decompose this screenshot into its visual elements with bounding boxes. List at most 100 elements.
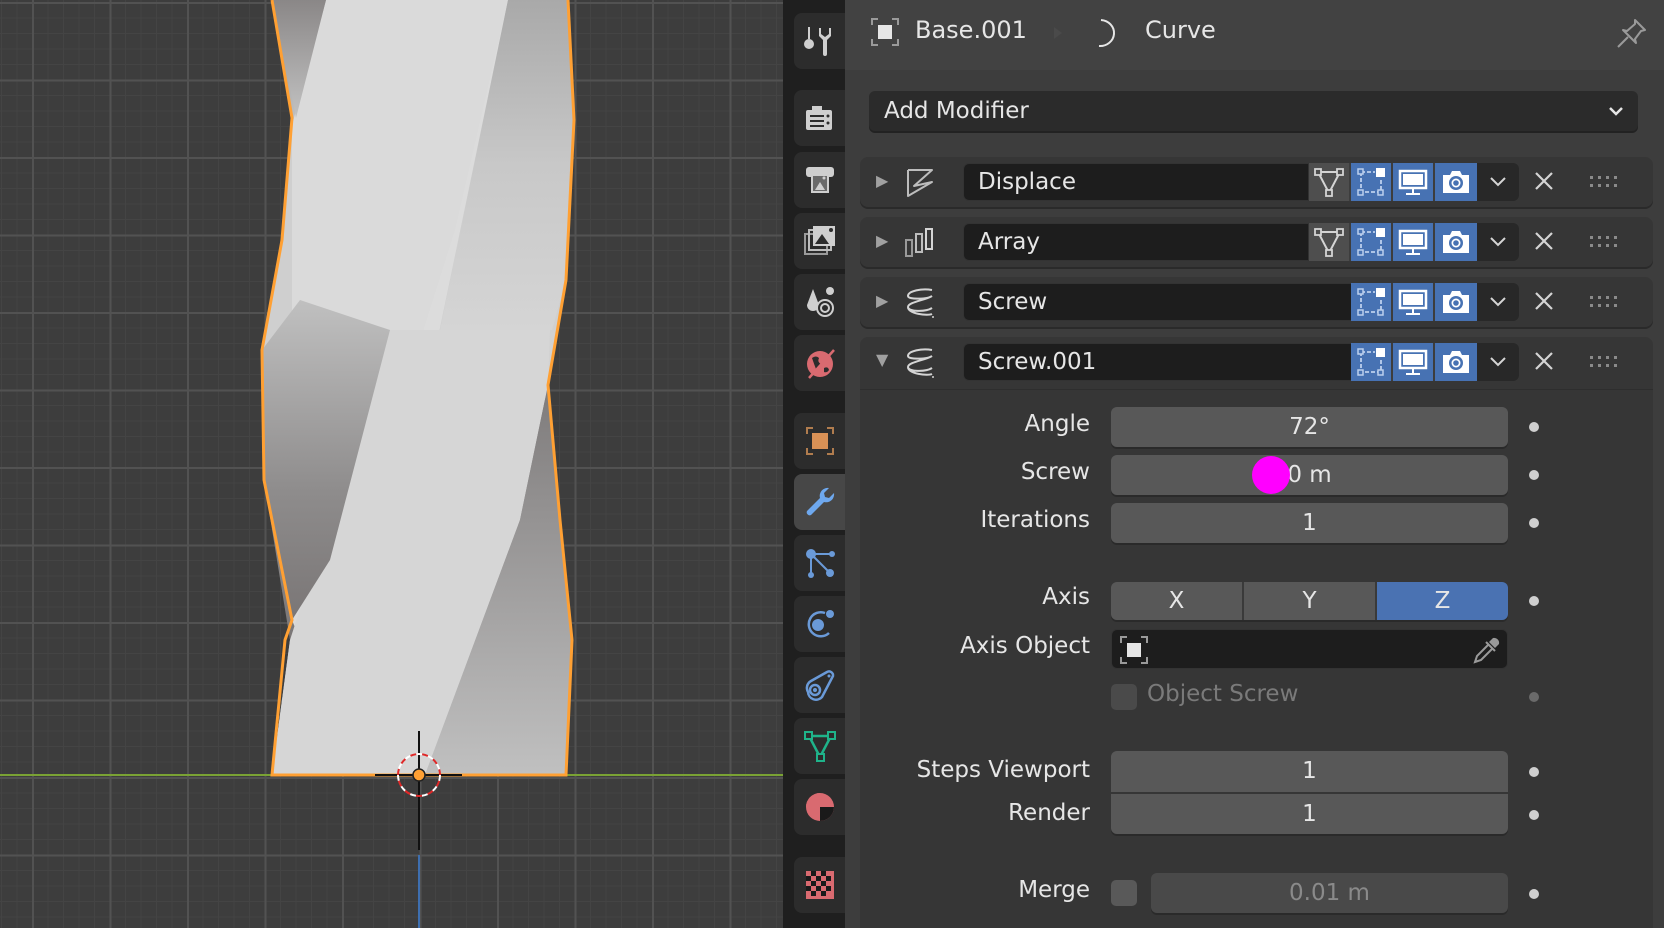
modifier-name-field[interactable]: Array — [963, 223, 1309, 261]
edit-mode-toggle[interactable] — [1309, 163, 1351, 201]
axis-object-field[interactable] — [1111, 629, 1508, 669]
keyframe-dot[interactable] — [1529, 889, 1539, 899]
render-toggle[interactable] — [1435, 343, 1477, 381]
axis-selector: X Y Z — [1111, 582, 1508, 620]
modifier-screw-001: ▼ Screw.001 — [860, 337, 1653, 390]
expand-triangle-icon[interactable]: ▶ — [876, 171, 888, 190]
tab-render[interactable] — [794, 90, 845, 146]
keyframe-dot[interactable] — [1529, 518, 1539, 528]
modifier-menu-dropdown[interactable] — [1477, 283, 1519, 321]
drag-handle-icon[interactable] — [1590, 236, 1618, 248]
realtime-toggle[interactable] — [1393, 223, 1435, 261]
on-cage-toggle[interactable] — [1351, 163, 1393, 201]
close-icon[interactable] — [1532, 289, 1556, 313]
tab-data[interactable] — [794, 718, 845, 774]
tab-output[interactable] — [794, 152, 845, 208]
object-origin — [412, 768, 426, 782]
collapse-triangle-icon[interactable]: ▼ — [876, 350, 888, 369]
modifier-name-field[interactable]: Displace — [963, 163, 1309, 201]
object-screw-checkbox[interactable] — [1111, 684, 1137, 710]
keyframe-dot[interactable] — [1529, 422, 1539, 432]
modifier-screw: ▶ Screw — [860, 277, 1653, 327]
keyframe-dot[interactable] — [1529, 810, 1539, 820]
expand-triangle-icon[interactable]: ▶ — [876, 291, 888, 310]
modifier-array: ▶ Array — [860, 217, 1653, 267]
object-icon — [1120, 636, 1148, 664]
keyframe-dot[interactable] — [1529, 692, 1539, 702]
add-modifier-dropdown[interactable]: Add Modifier — [869, 91, 1638, 131]
drag-handle-icon[interactable] — [1590, 176, 1618, 188]
chevron-down-icon — [1609, 107, 1623, 116]
drag-handle-icon[interactable] — [1590, 356, 1618, 368]
render-icon — [805, 106, 832, 130]
iterations-label: Iterations — [980, 507, 1090, 533]
close-icon[interactable] — [1532, 169, 1556, 193]
realtime-toggle[interactable] — [1393, 163, 1435, 201]
tab-world[interactable] — [794, 335, 845, 391]
axis-z-button[interactable]: Z — [1377, 582, 1508, 620]
wrench-icon — [806, 487, 834, 516]
axis-y-button[interactable]: Y — [1244, 582, 1377, 620]
tool-icon — [803, 27, 831, 56]
breadcrumb-object[interactable]: Base.001 — [915, 16, 1027, 44]
angle-label: Angle — [1024, 411, 1090, 437]
merge-distance-field[interactable]: 0.01 m — [1151, 873, 1508, 913]
tab-scene[interactable] — [794, 274, 845, 330]
expand-triangle-icon[interactable]: ▶ — [876, 231, 888, 250]
modifier-menu-dropdown[interactable] — [1477, 163, 1519, 201]
camera-icon — [1443, 291, 1469, 313]
realtime-toggle[interactable] — [1393, 343, 1435, 381]
drag-handle-icon[interactable] — [1590, 296, 1618, 308]
render-toggle[interactable] — [1435, 163, 1477, 201]
on-cage-toggle[interactable] — [1351, 283, 1393, 321]
iterations-field[interactable]: 1 — [1111, 503, 1508, 543]
on-cage-toggle[interactable] — [1351, 223, 1393, 261]
keyframe-dot[interactable] — [1529, 470, 1539, 480]
close-icon[interactable] — [1532, 229, 1556, 253]
tab-view-layer[interactable] — [794, 213, 845, 269]
tab-material[interactable] — [794, 779, 845, 835]
properties-tabs — [783, 0, 845, 928]
on-cage-toggle[interactable] — [1351, 343, 1393, 381]
eyedropper-icon[interactable] — [1471, 634, 1503, 666]
modifier-menu-dropdown[interactable] — [1477, 343, 1519, 381]
screw-field[interactable]: 0 m — [1111, 455, 1508, 495]
tab-modifiers[interactable] — [794, 474, 845, 530]
tab-physics[interactable] — [794, 596, 845, 652]
modifier-menu-dropdown[interactable] — [1477, 223, 1519, 261]
merge-checkbox[interactable] — [1111, 880, 1137, 906]
chevron-down-icon — [1490, 297, 1506, 307]
edit-mode-toggle[interactable] — [1309, 223, 1351, 261]
tab-constraints[interactable] — [794, 657, 845, 713]
scene-icon — [806, 287, 834, 317]
modifier-displace: ▶ Displace — [860, 157, 1653, 207]
modifier-name-field[interactable]: Screw — [963, 283, 1353, 321]
keyframe-dot[interactable] — [1529, 596, 1539, 606]
steps-viewport-field[interactable]: 1 — [1111, 751, 1508, 792]
render-steps-field[interactable]: 1 — [1111, 794, 1508, 834]
tab-texture[interactable] — [794, 857, 845, 913]
properties-header: Base.001 Curve — [845, 0, 1664, 70]
angle-field[interactable]: 72° — [1111, 407, 1508, 447]
physics-icon — [807, 610, 834, 638]
twisted-object[interactable] — [260, 0, 576, 777]
on-cage-icon — [1357, 228, 1385, 256]
keyframe-dot[interactable] — [1529, 767, 1539, 777]
pin-icon[interactable] — [1615, 16, 1649, 50]
tab-particles[interactable] — [794, 535, 845, 591]
object-screw-label: Object Screw — [1147, 681, 1299, 707]
modifier-name-field[interactable]: Screw.001 — [963, 343, 1353, 381]
render-toggle[interactable] — [1435, 223, 1477, 261]
tab-object[interactable] — [794, 413, 845, 469]
close-icon[interactable] — [1532, 349, 1556, 373]
breadcrumb-data[interactable]: Curve — [1145, 16, 1216, 44]
3d-viewport[interactable] — [0, 0, 783, 928]
realtime-toggle[interactable] — [1393, 283, 1435, 321]
material-icon — [805, 793, 834, 821]
texture-icon — [805, 871, 834, 899]
add-modifier-label: Add Modifier — [884, 98, 1029, 124]
render-toggle[interactable] — [1435, 283, 1477, 321]
monitor-icon — [1398, 169, 1428, 195]
axis-x-button[interactable]: X — [1111, 582, 1244, 620]
tab-tool[interactable] — [794, 13, 845, 69]
